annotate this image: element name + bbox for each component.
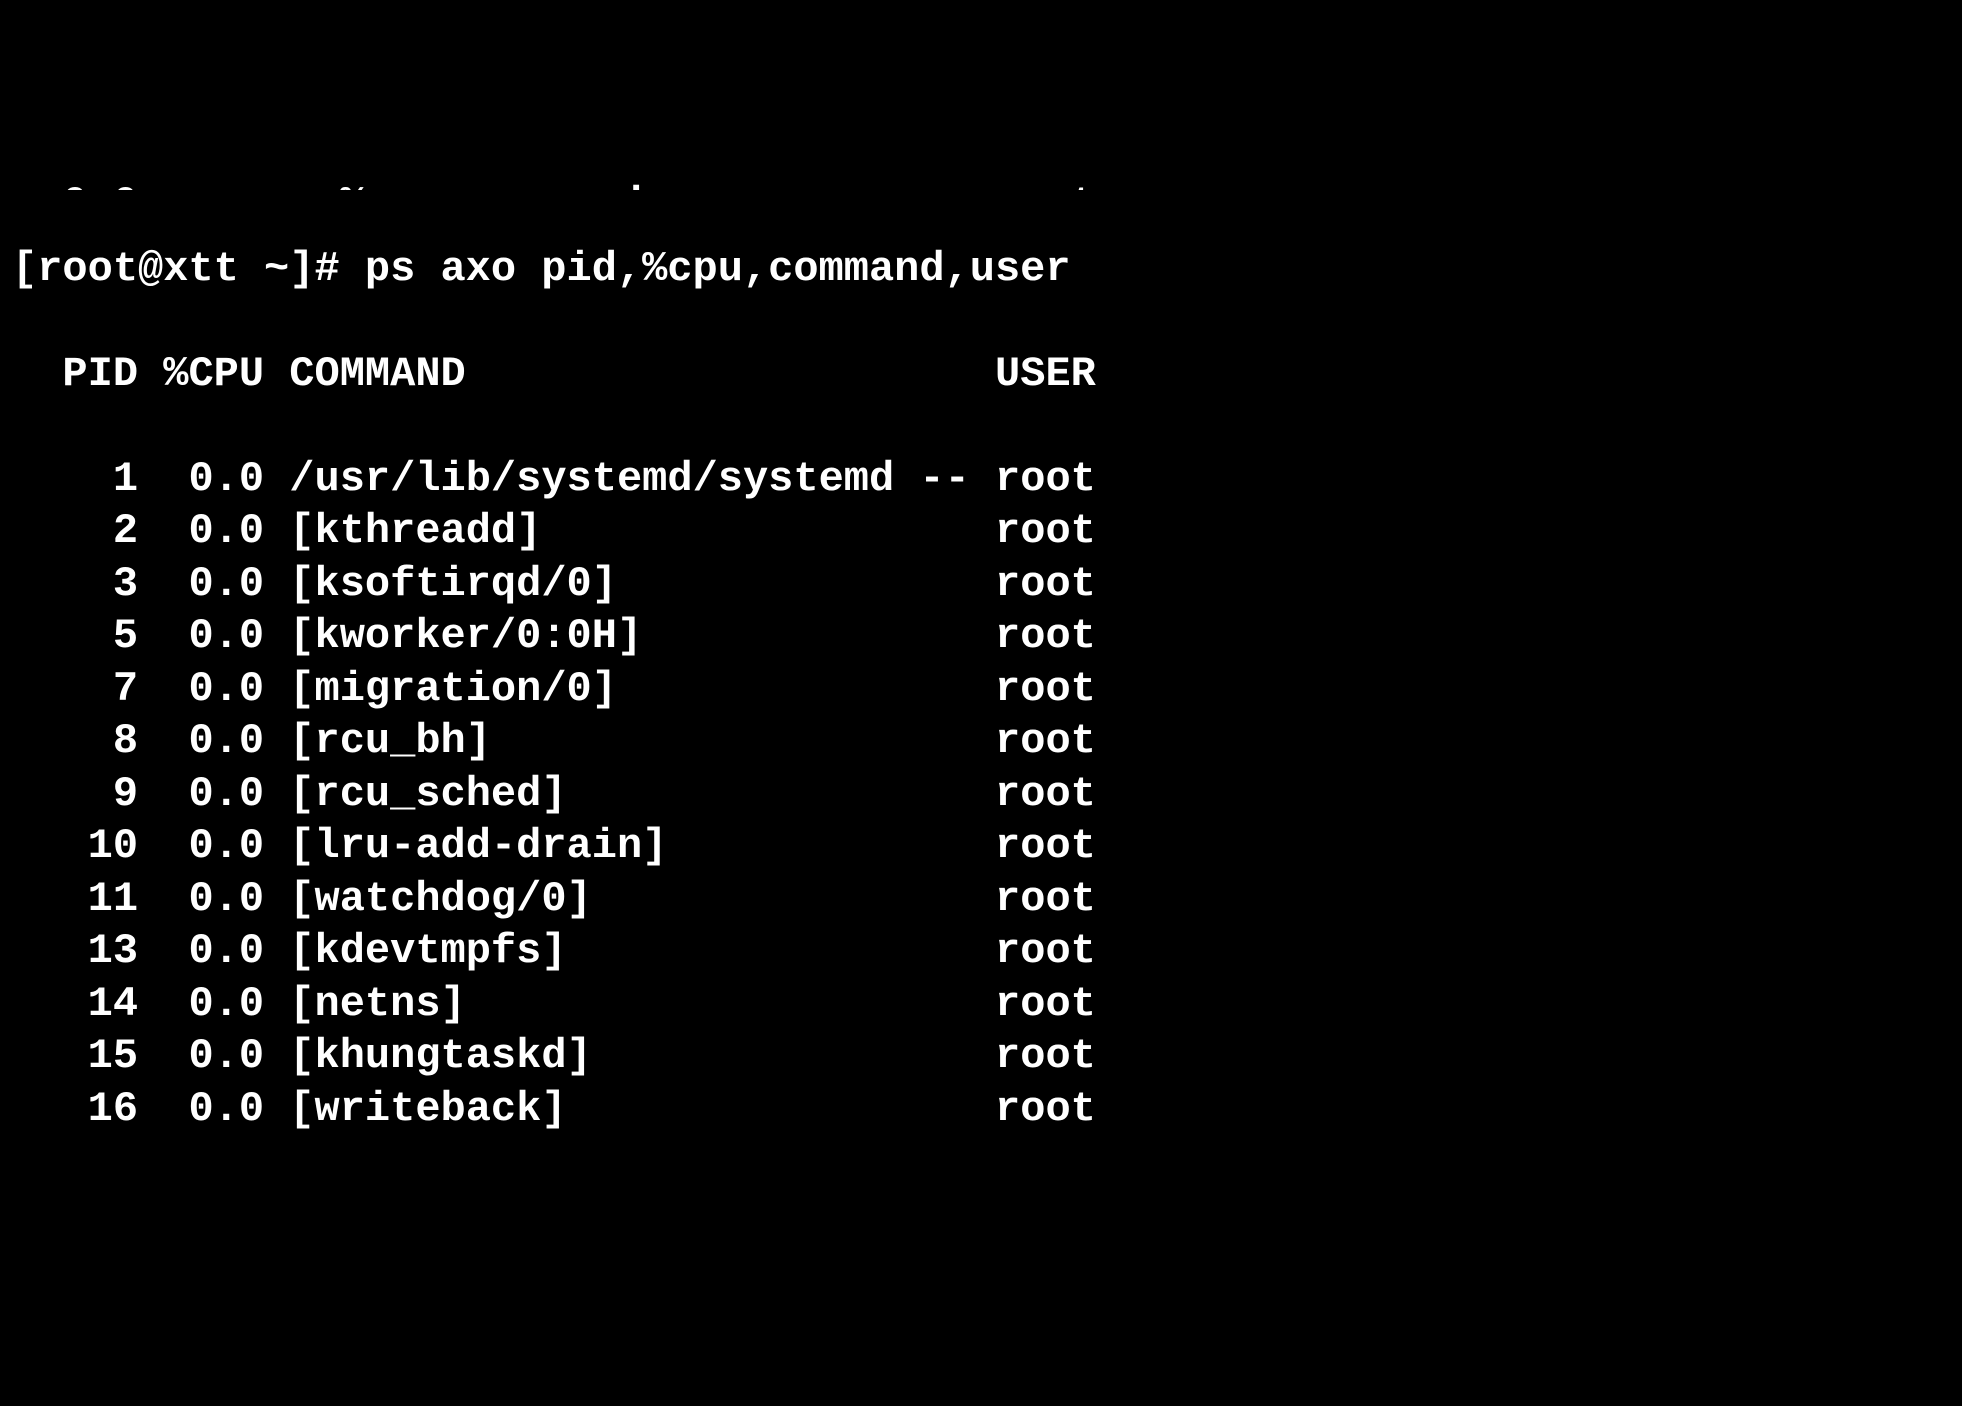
table-row: 8 0.0 [rcu_bh] root (12, 715, 1950, 768)
process-list: 1 0.0 /usr/lib/systemd/systemd -- root 2… (12, 453, 1950, 1136)
header-user: USER (995, 350, 1096, 398)
cell-cpu: 0.0 (163, 770, 264, 818)
cell-command: [writeback] (289, 1085, 970, 1133)
cell-user: root (995, 770, 1096, 818)
cell-pid: 1 (12, 455, 138, 503)
table-row: 10 0.0 [lru-add-drain] root (12, 820, 1950, 873)
cell-cpu: 0.0 (163, 927, 264, 975)
cell-user: root (995, 822, 1096, 870)
cell-cpu: 0.0 (163, 875, 264, 923)
cell-user: root (995, 507, 1096, 555)
cell-cpu: 0.0 (163, 1032, 264, 1080)
entered-command: ps axo pid,%cpu,command,user (365, 245, 1071, 293)
cell-command: [rcu_bh] (289, 717, 970, 765)
cell-command: [ksoftirqd/0] (289, 560, 970, 608)
cell-command: [khungtaskd] (289, 1032, 970, 1080)
cell-cpu: 0.0 (163, 822, 264, 870)
cell-command: [netns] (289, 980, 970, 1028)
header-cpu: %CPU (163, 350, 264, 398)
cell-user: root (995, 665, 1096, 713)
cell-pid: 2 (12, 507, 138, 555)
header-pid: PID (12, 350, 138, 398)
table-row: 9 0.0 [rcu_sched] root (12, 768, 1950, 821)
cell-command: [migration/0] (289, 665, 970, 713)
cell-command: [lru-add-drain] (289, 822, 970, 870)
shell-prompt: [root@xtt ~]# (12, 245, 365, 293)
cell-pid: 16 (12, 1085, 138, 1133)
table-row: 1 0.0 /usr/lib/systemd/systemd -- root (12, 453, 1950, 506)
cell-user: root (995, 560, 1096, 608)
table-row: 16 0.0 [writeback] root (12, 1083, 1950, 1136)
cell-user: root (995, 1085, 1096, 1133)
cell-cpu: 0.0 (163, 507, 264, 555)
table-row: 13 0.0 [kdevtmpfs] root (12, 925, 1950, 978)
cell-pid: 10 (12, 822, 138, 870)
header-command: COMMAND (289, 350, 465, 398)
cell-user: root (995, 927, 1096, 975)
truncated-previous-output: 0.0 ps axo %cpu,command,user root (12, 178, 1950, 190)
table-row: 2 0.0 [kthreadd] root (12, 505, 1950, 558)
cell-user: root (995, 455, 1096, 503)
cell-cpu: 0.0 (163, 612, 264, 660)
cell-pid: 7 (12, 665, 138, 713)
cell-cpu: 0.0 (163, 980, 264, 1028)
cell-pid: 11 (12, 875, 138, 923)
cell-user: root (995, 1032, 1096, 1080)
cell-cpu: 0.0 (163, 717, 264, 765)
command-line[interactable]: [root@xtt ~]# ps axo pid,%cpu,command,us… (12, 243, 1950, 296)
cell-command: [watchdog/0] (289, 875, 970, 923)
cell-user: root (995, 612, 1096, 660)
table-row: 3 0.0 [ksoftirqd/0] root (12, 558, 1950, 611)
cell-pid: 9 (12, 770, 138, 818)
cell-command: [kthreadd] (289, 507, 970, 555)
table-row: 15 0.0 [khungtaskd] root (12, 1030, 1950, 1083)
cell-cpu: 0.0 (163, 1085, 264, 1133)
cell-command: [rcu_sched] (289, 770, 970, 818)
table-row: 11 0.0 [watchdog/0] root (12, 873, 1950, 926)
cell-pid: 8 (12, 717, 138, 765)
table-row: 14 0.0 [netns] root (12, 978, 1950, 1031)
table-row: 5 0.0 [kworker/0:0H] root (12, 610, 1950, 663)
cell-user: root (995, 717, 1096, 765)
cell-user: root (995, 875, 1096, 923)
cell-user: root (995, 980, 1096, 1028)
cell-cpu: 0.0 (163, 665, 264, 713)
cell-pid: 15 (12, 1032, 138, 1080)
cell-cpu: 0.0 (163, 560, 264, 608)
table-header-row: PID %CPU COMMAND USER (12, 348, 1950, 401)
cell-pid: 14 (12, 980, 138, 1028)
cell-pid: 5 (12, 612, 138, 660)
cell-command: /usr/lib/systemd/systemd -- (289, 455, 970, 503)
cell-command: [kworker/0:0H] (289, 612, 970, 660)
cell-pid: 3 (12, 560, 138, 608)
table-row: 7 0.0 [migration/0] root (12, 663, 1950, 716)
cell-cpu: 0.0 (163, 455, 264, 503)
cell-command: [kdevtmpfs] (289, 927, 970, 975)
cell-pid: 13 (12, 927, 138, 975)
